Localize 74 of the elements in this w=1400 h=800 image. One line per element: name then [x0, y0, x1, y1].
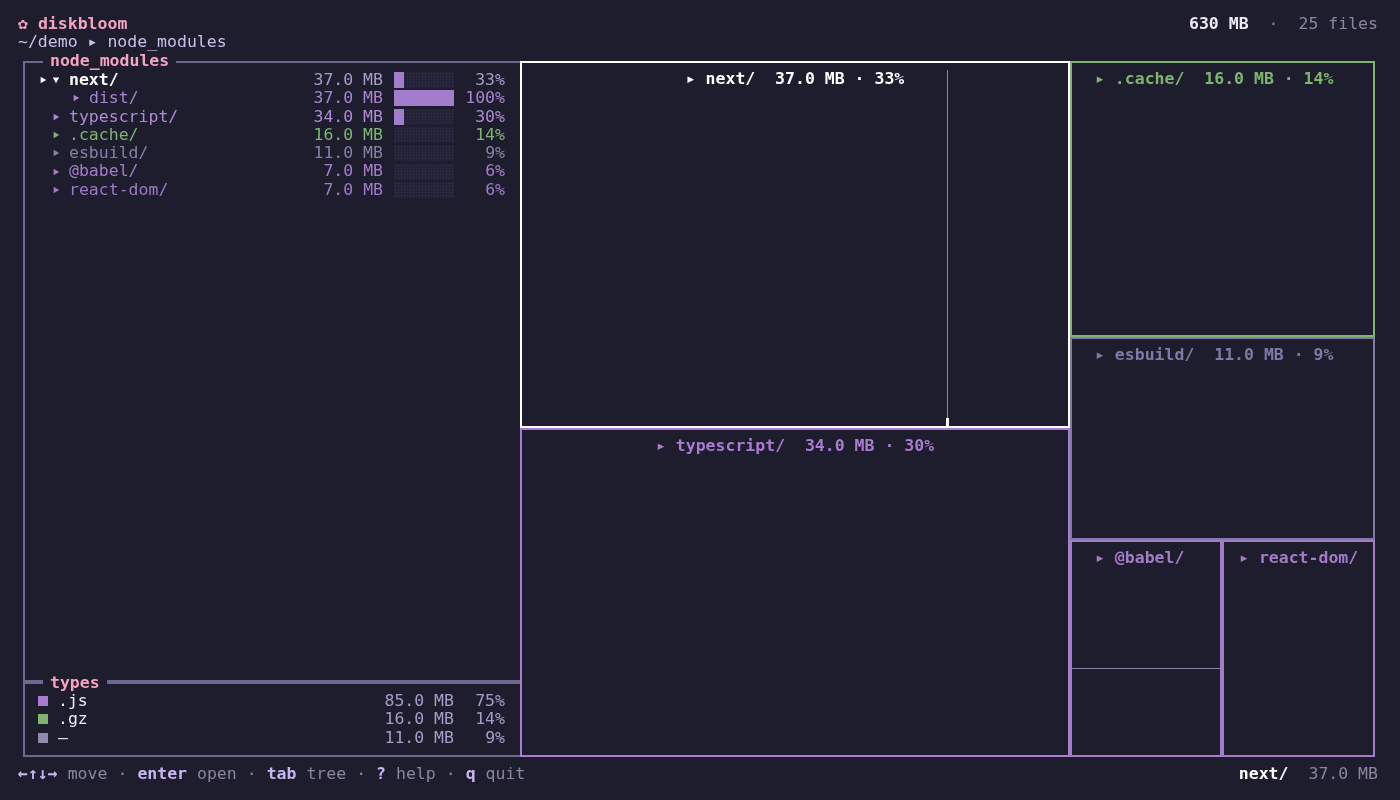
treemap-tile[interactable]: ▸ .cache/ 16.0 MB · 14%: [1070, 61, 1375, 337]
expand-arrow-icon[interactable]: [52, 149, 60, 158]
tile-label: ▸ .cache/ 16.0 MB · 14%: [1094, 68, 1335, 88]
expand-arrow-icon[interactable]: [52, 112, 60, 121]
percent-text: 30%: [474, 107, 505, 126]
key-hint: ←↑↓→: [18, 765, 58, 784]
percent-text: 100%: [464, 89, 505, 108]
hint-label: help: [396, 765, 436, 784]
separator-dot: ·: [355, 765, 368, 784]
key-hint: q: [465, 765, 476, 784]
tile-label: ▸ esbuild/ 11.0 MB · 9%: [1094, 343, 1335, 364]
size-text: 11.0 MB: [312, 144, 383, 163]
path-breadcrumb: ~/demo ▸ node_modules: [18, 33, 227, 52]
size-text: 7.0 MB: [322, 180, 383, 200]
treemap-tile[interactable]: ▸ react-dom/: [1222, 539, 1375, 757]
app-title: diskbloom: [37, 15, 128, 34]
percent-text: 33%: [474, 71, 505, 90]
size-text: 16.0 MB: [383, 710, 454, 729]
tile-label: ▸ typescript/ 34.0 MB · 30%: [654, 434, 936, 455]
folder-name[interactable]: dist/: [89, 88, 139, 108]
hint-label: open: [197, 765, 237, 784]
panel-title: node_modules: [43, 52, 177, 70]
treemap-tile[interactable]: ▸ next/ 37.0 MB · 33%: [520, 61, 1070, 428]
folder-name[interactable]: react-dom/: [69, 179, 169, 199]
panel-title: types: [43, 674, 107, 692]
expand-arrow-icon[interactable]: [52, 167, 60, 176]
percent-text: 6%: [484, 180, 505, 200]
hint-label: quit: [485, 765, 526, 784]
selected-size: 37.0 MB: [1308, 765, 1378, 784]
folder-name[interactable]: @babel/: [69, 161, 139, 181]
separator-dot: ·: [245, 765, 258, 784]
expand-arrow-icon[interactable]: [52, 131, 60, 140]
expand-arrow-icon[interactable]: [72, 94, 80, 103]
size-text: 37.0 MB: [312, 71, 383, 90]
percent-text: 9%: [484, 728, 505, 747]
key-hint: ?: [376, 765, 387, 784]
size-text: 37.0 MB: [312, 89, 383, 108]
collapse-arrow-icon[interactable]: [52, 76, 60, 85]
file-count: 25 files: [1298, 15, 1378, 34]
hint-label: move: [67, 765, 108, 784]
size-text: 34.0 MB: [312, 107, 383, 126]
size-text: 16.0 MB: [312, 125, 383, 145]
tile-label: ▸ next/ 37.0 MB · 33%: [684, 68, 906, 88]
percent-text: 9%: [484, 144, 505, 163]
hint-label: tree: [306, 765, 347, 784]
percent-text: 14%: [474, 710, 505, 729]
folder-name[interactable]: typescript/: [69, 106, 179, 126]
separator-dot: ·: [444, 765, 457, 784]
percent-text: 75%: [474, 692, 505, 711]
folder-name[interactable]: .cache/: [69, 124, 139, 144]
file-type: .js: [58, 692, 89, 711]
percent-text: 6%: [484, 162, 505, 181]
size-text: 85.0 MB: [383, 692, 454, 711]
selected-name: next/: [1238, 765, 1289, 784]
key-hint: enter: [137, 765, 188, 784]
treemap-tile[interactable]: ▸ esbuild/ 11.0 MB · 9%: [1070, 336, 1375, 540]
total-size: 630 MB: [1188, 15, 1249, 34]
separator-dot: ·: [1268, 15, 1279, 34]
size-text: 11.0 MB: [383, 728, 454, 747]
treemap-tile[interactable]: ▸ @babel/: [1070, 539, 1222, 757]
selection-pointer-icon: [38, 76, 48, 85]
logo-icon: ✿: [18, 15, 28, 34]
expand-arrow-icon[interactable]: [52, 185, 60, 194]
folder-name[interactable]: esbuild/: [69, 143, 149, 163]
key-hint: tab: [266, 765, 297, 784]
folder-name[interactable]: next/: [69, 70, 119, 89]
file-type: —: [58, 728, 69, 747]
treemap-tile[interactable]: ▸ typescript/ 34.0 MB · 30%: [520, 427, 1070, 757]
tile-label: ▸ react-dom/: [1238, 546, 1360, 567]
size-text: 7.0 MB: [322, 162, 383, 181]
tile-label: ▸ @babel/: [1094, 546, 1186, 567]
percent-text: 14%: [474, 125, 505, 145]
file-type: .gz: [58, 710, 89, 729]
separator-dot: ·: [116, 765, 129, 784]
